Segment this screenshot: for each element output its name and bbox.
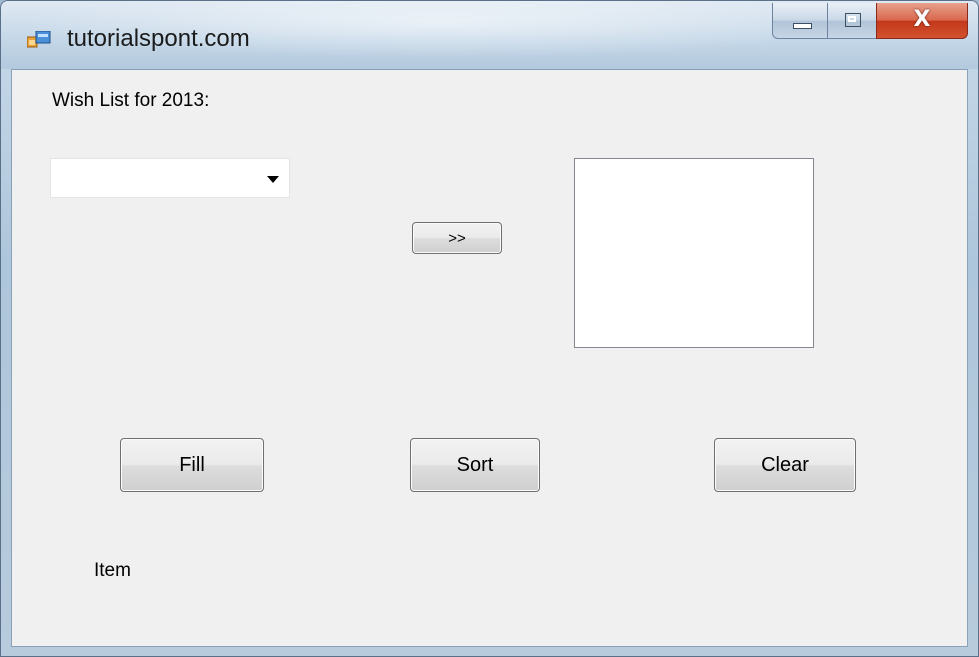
close-button[interactable]: X bbox=[876, 3, 968, 39]
wish-combo-box[interactable] bbox=[50, 158, 290, 198]
item-label: Item bbox=[94, 560, 131, 581]
close-icon: X bbox=[913, 7, 931, 32]
fill-button[interactable]: Fill bbox=[120, 438, 264, 492]
window-title: tutorialspont.com bbox=[67, 25, 250, 52]
app-form-icon bbox=[27, 31, 51, 48]
title-bar[interactable]: tutorialspont.com X bbox=[1, 1, 978, 69]
wish-list-label: Wish List for 2013: bbox=[52, 90, 210, 111]
caption-buttons: X bbox=[772, 3, 972, 41]
form-client-area: Wish List for 2013: >> Fill Sort Clear I… bbox=[11, 69, 968, 647]
application-window: tutorialspont.com X Wish List for 2013: … bbox=[0, 0, 979, 657]
minimize-icon bbox=[793, 23, 812, 29]
wish-list-box[interactable] bbox=[574, 158, 814, 348]
move-item-button[interactable]: >> bbox=[412, 222, 502, 254]
minimize-button[interactable] bbox=[772, 3, 828, 39]
clear-button[interactable]: Clear bbox=[714, 438, 856, 492]
dropdown-arrow-icon[interactable] bbox=[267, 176, 279, 183]
maximize-icon bbox=[845, 13, 861, 27]
sort-button[interactable]: Sort bbox=[410, 438, 540, 492]
maximize-button[interactable] bbox=[827, 3, 877, 39]
